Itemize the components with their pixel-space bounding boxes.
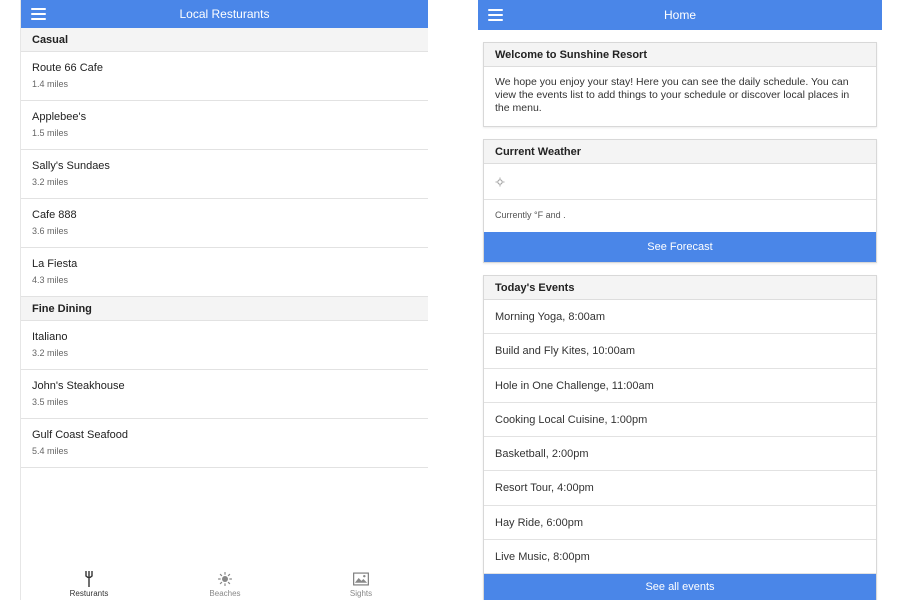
hamburger-menu-icon[interactable] — [31, 8, 46, 20]
event-item[interactable]: Hay Ride, 6:00pm — [484, 506, 876, 541]
restaurant-distance: 1.4 miles — [32, 79, 69, 89]
event-item[interactable]: Cooking Local Cuisine, 1:00pm — [484, 403, 876, 438]
welcome-card: Welcome to Sunshine Resort We hope you e… — [483, 42, 877, 127]
restaurant-distance: 3.2 miles — [32, 348, 69, 358]
restaurant-item[interactable]: La Fiesta 4.3 miles — [21, 248, 428, 297]
event-item[interactable]: Build and Fly Kites, 10:00am — [484, 334, 876, 369]
restaurants-top-bar: Local Resturants — [21, 0, 428, 28]
weather-heading: Current Weather — [484, 140, 876, 164]
tab-sights[interactable]: Sights — [316, 571, 406, 598]
event-item[interactable]: Hole in One Challenge, 11:00am — [484, 369, 876, 403]
image-icon — [353, 571, 369, 587]
events-heading: Today's Events — [484, 276, 876, 300]
tab-label: Sights — [349, 589, 373, 598]
event-item[interactable]: Basketball, 2:00pm — [484, 437, 876, 472]
restaurant-name: Sally's Sundaes — [32, 160, 110, 172]
restaurant-item[interactable]: Sally's Sundaes 3.2 miles — [21, 150, 428, 199]
restaurant-distance: 3.6 miles — [32, 226, 69, 236]
weather-placeholder-icon — [495, 174, 505, 191]
restaurant-name: Gulf Coast Seafood — [32, 429, 129, 441]
event-item[interactable]: Resort Tour, 4:00pm — [484, 471, 876, 506]
restaurant-name: Italiano — [32, 331, 68, 343]
event-item[interactable]: Live Music, 8:00pm — [484, 540, 876, 575]
restaurant-distance: 5.4 miles — [32, 446, 69, 456]
hamburger-menu-icon[interactable] — [488, 9, 503, 21]
restaurant-item[interactable]: Gulf Coast Seafood 5.4 miles — [21, 419, 428, 468]
page-title: Local Resturants — [179, 7, 270, 21]
tab-resturants[interactable]: Resturants — [44, 571, 134, 598]
restaurant-distance: 4.3 miles — [32, 275, 69, 285]
welcome-heading: Welcome to Sunshine Resort — [484, 43, 876, 67]
restaurant-item[interactable]: Cafe 888 3.6 miles — [21, 199, 428, 248]
home-screen: Home Welcome to Sunshine Resort We hope … — [478, 0, 882, 600]
restaurant-name: La Fiesta — [32, 258, 78, 270]
restaurant-item[interactable]: Applebee's 1.5 miles — [21, 101, 428, 150]
section-header-fine-dining: Fine Dining — [21, 297, 428, 321]
event-item[interactable]: Morning Yoga, 8:00am — [484, 300, 876, 335]
section-header-casual: Casual — [21, 28, 428, 52]
restaurant-item[interactable]: Route 66 Cafe 1.4 miles — [21, 52, 428, 101]
restaurant-name: Route 66 Cafe — [32, 62, 103, 74]
restaurant-name: Applebee's — [32, 111, 87, 123]
home-top-bar: Home — [478, 0, 882, 30]
sun-icon — [217, 571, 233, 587]
restaurant-distance: 3.2 miles — [32, 177, 69, 187]
tab-beaches[interactable]: Beaches — [180, 571, 270, 598]
restaurants-screen: Local Resturants Casual Route 66 Cafe 1.… — [20, 0, 428, 600]
welcome-text: We hope you enjoy your stay! Here you ca… — [495, 76, 850, 114]
restaurant-name: John's Steakhouse — [32, 380, 125, 392]
fork-icon — [81, 571, 97, 587]
weather-icon-row — [484, 164, 876, 200]
tab-label: Resturants — [69, 589, 109, 598]
restaurant-name: Cafe 888 — [32, 209, 77, 221]
page-title: Home — [663, 8, 696, 22]
events-card: Today's Events Morning Yoga, 8:00am Buil… — [483, 275, 877, 600]
restaurant-item[interactable]: Italiano 3.2 miles — [21, 321, 428, 370]
restaurant-distance: 3.5 miles — [32, 397, 69, 407]
see-all-events-button[interactable]: See all events — [484, 574, 876, 600]
restaurant-distance: 1.5 miles — [32, 128, 69, 138]
bottom-tab-bar: Resturants Beaches Sights — [21, 568, 428, 600]
weather-text: Currently °F and . — [495, 210, 566, 220]
restaurant-item[interactable]: John's Steakhouse 3.5 miles — [21, 370, 428, 419]
see-forecast-button[interactable]: See Forecast — [484, 232, 876, 262]
weather-card: Current Weather Currently °F and . See F… — [483, 139, 877, 263]
tab-label: Beaches — [209, 589, 241, 598]
